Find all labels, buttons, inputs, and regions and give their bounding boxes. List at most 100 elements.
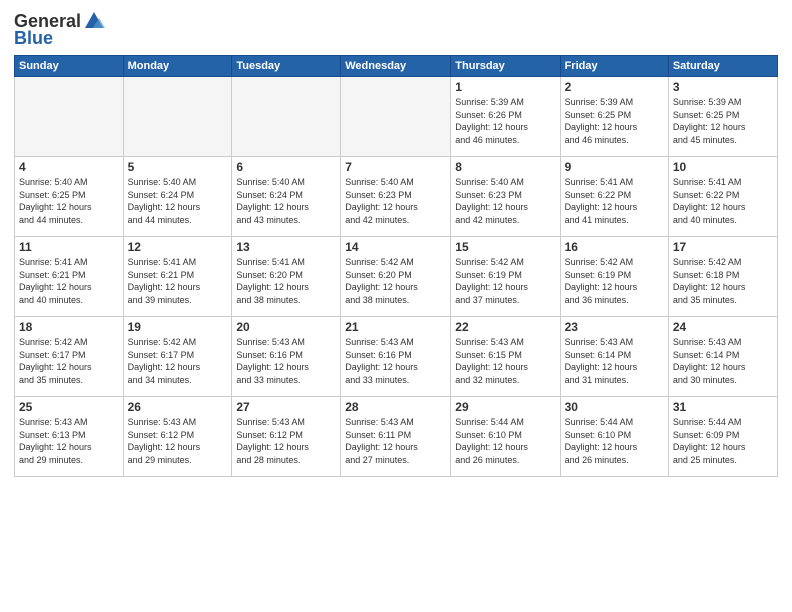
calendar-cell: 30Sunrise: 5:44 AM Sunset: 6:10 PM Dayli…: [560, 397, 668, 477]
day-info: Sunrise: 5:42 AM Sunset: 6:17 PM Dayligh…: [128, 336, 228, 386]
day-number: 4: [19, 160, 119, 174]
calendar-cell: 28Sunrise: 5:43 AM Sunset: 6:11 PM Dayli…: [341, 397, 451, 477]
day-number: 31: [673, 400, 773, 414]
day-number: 11: [19, 240, 119, 254]
week-row: 1 Sunrise: 5:39 AM Sunset: 6:26 PM Daylig…: [15, 77, 778, 157]
calendar-cell: 14 Sunrise: 5:42 AM Sunset: 6:20 PM Dayli…: [341, 237, 451, 317]
day-number: 21: [345, 320, 446, 334]
day-info: Sunrise: 5:42 AM Sunset: 6:17 PM Dayligh…: [19, 336, 119, 386]
calendar-cell: 21Sunrise: 5:43 AM Sunset: 6:16 PM Dayli…: [341, 317, 451, 397]
day-number: 19: [128, 320, 228, 334]
day-info: Sunrise: 5:41 AM Sunset: 6:21 PM Dayligh…: [19, 256, 119, 306]
calendar-cell: [123, 77, 232, 157]
calendar-cell: 24 Sunrise: 5:43 AM Sunset: 6:14 PM Dayli…: [668, 317, 777, 397]
day-info: Sunrise: 5:40 AM Sunset: 6:24 PM Dayligh…: [236, 176, 336, 226]
day-number: 1: [455, 80, 555, 94]
day-header: Friday: [560, 56, 668, 77]
calendar-cell: 13 Sunrise: 5:41 AM Sunset: 6:20 PM Dayli…: [232, 237, 341, 317]
day-number: 15: [455, 240, 555, 254]
day-number: 2: [565, 80, 664, 94]
day-number: 8: [455, 160, 555, 174]
day-info: Sunrise: 5:42 AM Sunset: 6:19 PM Dayligh…: [565, 256, 664, 306]
calendar-cell: 18 Sunrise: 5:42 AM Sunset: 6:17 PM Dayli…: [15, 317, 124, 397]
day-header: Monday: [123, 56, 232, 77]
day-info: Sunrise: 5:44 AM Sunset: 6:10 PM Dayligh…: [455, 416, 555, 466]
calendar-cell: 7 Sunrise: 5:40 AM Sunset: 6:23 PM Daylig…: [341, 157, 451, 237]
day-info: Sunrise: 5:42 AM Sunset: 6:18 PM Dayligh…: [673, 256, 773, 306]
calendar-cell: 8 Sunrise: 5:40 AM Sunset: 6:23 PM Daylig…: [451, 157, 560, 237]
day-info: Sunrise: 5:39 AM Sunset: 6:26 PM Dayligh…: [455, 96, 555, 146]
day-number: 25: [19, 400, 119, 414]
calendar-cell: 12Sunrise: 5:41 AM Sunset: 6:21 PM Dayli…: [123, 237, 232, 317]
week-row: 18 Sunrise: 5:42 AM Sunset: 6:17 PM Dayli…: [15, 317, 778, 397]
day-info: Sunrise: 5:43 AM Sunset: 6:15 PM Dayligh…: [455, 336, 555, 386]
day-number: 9: [565, 160, 664, 174]
day-number: 7: [345, 160, 446, 174]
calendar-cell: 22 Sunrise: 5:43 AM Sunset: 6:15 PM Dayli…: [451, 317, 560, 397]
calendar-cell: 17 Sunrise: 5:42 AM Sunset: 6:18 PM Dayli…: [668, 237, 777, 317]
day-info: Sunrise: 5:41 AM Sunset: 6:21 PM Dayligh…: [128, 256, 228, 306]
day-info: Sunrise: 5:41 AM Sunset: 6:22 PM Dayligh…: [673, 176, 773, 226]
calendar-cell: [15, 77, 124, 157]
day-number: 10: [673, 160, 773, 174]
day-number: 6: [236, 160, 336, 174]
day-number: 28: [345, 400, 446, 414]
calendar-cell: 3 Sunrise: 5:39 AM Sunset: 6:25 PM Daylig…: [668, 77, 777, 157]
calendar-cell: 26 Sunrise: 5:43 AM Sunset: 6:12 PM Dayli…: [123, 397, 232, 477]
day-number: 13: [236, 240, 336, 254]
calendar-cell: 31 Sunrise: 5:44 AM Sunset: 6:09 PM Dayli…: [668, 397, 777, 477]
calendar-cell: 16 Sunrise: 5:42 AM Sunset: 6:19 PM Dayli…: [560, 237, 668, 317]
day-info: Sunrise: 5:42 AM Sunset: 6:19 PM Dayligh…: [455, 256, 555, 306]
day-info: Sunrise: 5:41 AM Sunset: 6:22 PM Dayligh…: [565, 176, 664, 226]
day-header: Wednesday: [341, 56, 451, 77]
day-header: Tuesday: [232, 56, 341, 77]
day-info: Sunrise: 5:43 AM Sunset: 6:16 PM Dayligh…: [236, 336, 336, 386]
day-info: Sunrise: 5:44 AM Sunset: 6:09 PM Dayligh…: [673, 416, 773, 466]
day-info: Sunrise: 5:42 AM Sunset: 6:20 PM Dayligh…: [345, 256, 446, 306]
day-info: Sunrise: 5:44 AM Sunset: 6:10 PM Dayligh…: [565, 416, 664, 466]
day-info: Sunrise: 5:43 AM Sunset: 6:12 PM Dayligh…: [128, 416, 228, 466]
day-info: Sunrise: 5:43 AM Sunset: 6:12 PM Dayligh…: [236, 416, 336, 466]
day-info: Sunrise: 5:40 AM Sunset: 6:24 PM Dayligh…: [128, 176, 228, 226]
day-number: 16: [565, 240, 664, 254]
calendar-cell: 15 Sunrise: 5:42 AM Sunset: 6:19 PM Dayli…: [451, 237, 560, 317]
calendar-cell: 19 Sunrise: 5:42 AM Sunset: 6:17 PM Dayli…: [123, 317, 232, 397]
day-info: Sunrise: 5:40 AM Sunset: 6:23 PM Dayligh…: [345, 176, 446, 226]
day-number: 29: [455, 400, 555, 414]
calendar-cell: 4 Sunrise: 5:40 AM Sunset: 6:25 PM Daylig…: [15, 157, 124, 237]
day-info: Sunrise: 5:40 AM Sunset: 6:23 PM Dayligh…: [455, 176, 555, 226]
calendar-cell: 11 Sunrise: 5:41 AM Sunset: 6:21 PM Dayli…: [15, 237, 124, 317]
day-info: Sunrise: 5:43 AM Sunset: 6:14 PM Dayligh…: [565, 336, 664, 386]
week-row: 4 Sunrise: 5:40 AM Sunset: 6:25 PM Daylig…: [15, 157, 778, 237]
day-info: Sunrise: 5:41 AM Sunset: 6:20 PM Dayligh…: [236, 256, 336, 306]
logo: General Blue: [14, 10, 105, 49]
calendar-cell: 23 Sunrise: 5:43 AM Sunset: 6:14 PM Dayli…: [560, 317, 668, 397]
calendar-cell: [232, 77, 341, 157]
calendar-cell: 29 Sunrise: 5:44 AM Sunset: 6:10 PM Dayli…: [451, 397, 560, 477]
calendar-cell: [341, 77, 451, 157]
day-number: 5: [128, 160, 228, 174]
day-info: Sunrise: 5:40 AM Sunset: 6:25 PM Dayligh…: [19, 176, 119, 226]
calendar-cell: 6 Sunrise: 5:40 AM Sunset: 6:24 PM Daylig…: [232, 157, 341, 237]
day-number: 22: [455, 320, 555, 334]
calendar-cell: 5 Sunrise: 5:40 AM Sunset: 6:24 PM Daylig…: [123, 157, 232, 237]
calendar-cell: 20Sunrise: 5:43 AM Sunset: 6:16 PM Dayli…: [232, 317, 341, 397]
week-row: 11 Sunrise: 5:41 AM Sunset: 6:21 PM Dayli…: [15, 237, 778, 317]
day-number: 3: [673, 80, 773, 94]
day-number: 18: [19, 320, 119, 334]
day-header: Sunday: [15, 56, 124, 77]
day-number: 27: [236, 400, 336, 414]
logo-text-blue: Blue: [14, 28, 53, 49]
day-info: Sunrise: 5:39 AM Sunset: 6:25 PM Dayligh…: [673, 96, 773, 146]
calendar-cell: 1 Sunrise: 5:39 AM Sunset: 6:26 PM Daylig…: [451, 77, 560, 157]
calendar-cell: 25Sunrise: 5:43 AM Sunset: 6:13 PM Dayli…: [15, 397, 124, 477]
day-number: 26: [128, 400, 228, 414]
day-number: 23: [565, 320, 664, 334]
calendar-cell: 2Sunrise: 5:39 AM Sunset: 6:25 PM Daylig…: [560, 77, 668, 157]
day-number: 24: [673, 320, 773, 334]
day-number: 14: [345, 240, 446, 254]
day-number: 17: [673, 240, 773, 254]
day-info: Sunrise: 5:43 AM Sunset: 6:14 PM Dayligh…: [673, 336, 773, 386]
calendar-cell: 9 Sunrise: 5:41 AM Sunset: 6:22 PM Daylig…: [560, 157, 668, 237]
day-header: Saturday: [668, 56, 777, 77]
